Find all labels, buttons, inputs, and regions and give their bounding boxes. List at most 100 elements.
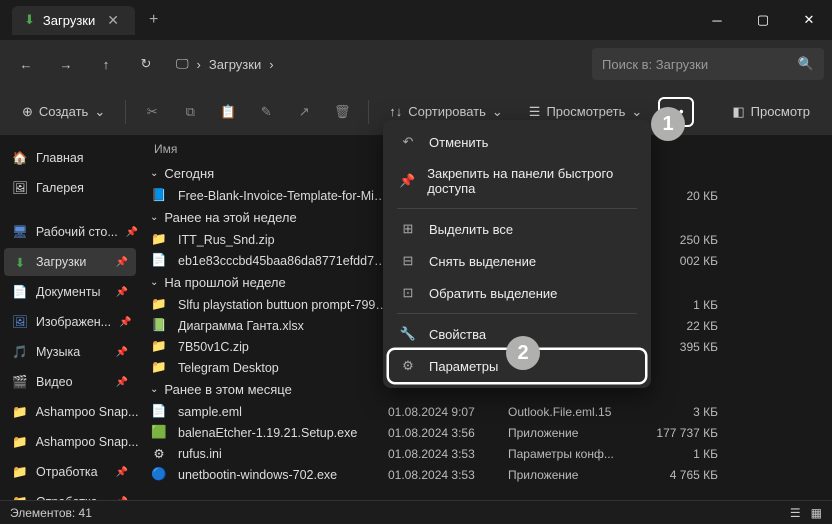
chevron-right-icon: › — [269, 57, 273, 72]
up-button[interactable]: ↑ — [88, 46, 124, 82]
close-button[interactable]: ✕ — [786, 4, 832, 36]
sidebar-item[interactable]: 🖥Рабочий сто...📌 — [4, 218, 136, 246]
sidebar-item[interactable]: 🖼Изображен...📌 — [4, 308, 136, 336]
search-input[interactable]: Поиск в: Загрузки 🔍 — [592, 48, 824, 80]
file-icon: 📄 — [150, 404, 168, 419]
chevron-down-icon: ⌄ — [492, 104, 503, 120]
menu-label: Отменить — [429, 135, 488, 150]
minimize-button[interactable]: ─ — [694, 4, 740, 36]
refresh-button[interactable]: ↻ — [128, 46, 164, 82]
callout-1: 1 — [651, 107, 685, 141]
excel-icon: 📗 — [150, 318, 168, 333]
breadcrumb[interactable]: 🖵 › Загрузки › — [168, 56, 588, 72]
file-size: 3 КБ — [648, 405, 718, 419]
file-size: 177 737 КБ — [648, 426, 718, 440]
file-date: 01.08.2024 3:56 — [388, 426, 508, 440]
grid-view-icon[interactable]: ▦ — [811, 506, 822, 520]
sidebar-label: Галерея — [36, 181, 84, 195]
pin-icon: 📌 — [116, 377, 128, 388]
sidebar-label: Видео — [36, 375, 73, 389]
search-icon: 🔍 — [798, 56, 814, 72]
sidebar-item[interactable]: 🏠 Главная — [4, 144, 136, 172]
exe-icon: 🟩 — [150, 425, 168, 440]
downloads-icon: ⬇ — [12, 254, 28, 270]
sidebar-label: Изображен... — [36, 315, 111, 329]
sidebar-label: Ashampoo Snap... — [36, 435, 139, 449]
maximize-button[interactable]: ▢ — [740, 4, 786, 36]
zip-icon: 📁 — [150, 339, 168, 354]
file-name: Диаграмма Ганта.xlsx — [178, 319, 388, 333]
folder-icon: 📁 — [12, 464, 28, 480]
menu-item-deselect[interactable]: ⊟ Снять выделение — [389, 245, 645, 277]
sidebar-item[interactable]: 🎬Видео📌 — [4, 368, 136, 396]
home-icon: 🏠 — [12, 150, 28, 166]
menu-item-select-all[interactable]: ⊞Выделить все — [389, 213, 645, 245]
rename-button[interactable]: ✎ — [250, 96, 282, 128]
word-icon: 📘 — [150, 188, 168, 203]
chevron-right-icon: › — [197, 57, 201, 72]
new-tab-button[interactable]: + — [135, 11, 172, 29]
share-button[interactable]: ↗ — [288, 96, 320, 128]
menu-label: Обратить выделение — [429, 286, 557, 301]
downloads-icon: ⬇ — [24, 12, 35, 28]
back-button[interactable]: ← — [8, 46, 44, 82]
pin-icon: 📌 — [399, 173, 415, 189]
callout-2: 2 — [506, 336, 540, 370]
sidebar-item[interactable]: 📄Документы📌 — [4, 278, 136, 306]
music-icon: 🎵 — [12, 344, 28, 360]
menu-label: Свойства — [429, 327, 486, 342]
file-name: Slfu playstation buttuon prompt-799-v1-.… — [178, 298, 388, 312]
file-icon: 📄 — [150, 253, 168, 268]
sidebar-label: Главная — [36, 151, 84, 165]
close-tab-icon[interactable]: ✕ — [103, 12, 123, 29]
list-view-icon[interactable]: ☰ — [790, 506, 801, 520]
menu-separator — [397, 208, 637, 209]
create-button[interactable]: ⊕ Создать ⌄ — [12, 98, 115, 126]
cut-button[interactable]: ✂ — [136, 96, 168, 128]
paste-button[interactable]: 📋 — [212, 96, 244, 128]
pin-icon: 📌 — [116, 467, 128, 478]
sidebar-item[interactable]: 🖼Галерея — [4, 174, 136, 202]
plus-icon: ⊕ — [22, 104, 33, 120]
delete-button[interactable]: 🗑 — [326, 96, 358, 128]
file-name: Free-Blank-Invoice-Template-for-Micros..… — [178, 189, 388, 203]
menu-item-invert[interactable]: ⊡Обратить выделение — [389, 277, 645, 309]
sidebar-item[interactable]: 📁Ashampoo Snap...📌 — [4, 398, 136, 426]
desktop-icon: 🖥 — [12, 224, 28, 240]
sidebar-label: Ashampoo Snap... — [36, 405, 139, 419]
file-row[interactable]: ⚙rufus.ini01.08.2024 3:53Параметры конф.… — [140, 443, 832, 464]
chevron-down-icon: ⌄ — [150, 168, 158, 179]
forward-button[interactable]: → — [48, 46, 84, 82]
copy-button[interactable]: ⧉ — [174, 96, 206, 128]
chevron-down-icon: ⌄ — [150, 384, 158, 395]
sidebar-item[interactable]: 📁Ashampoo Snap...📌 — [4, 428, 136, 456]
zip-icon: 📁 — [150, 297, 168, 312]
file-size: 1 КБ — [648, 447, 718, 461]
file-size: 20 КБ — [648, 189, 718, 203]
chevron-down-icon: ⌄ — [631, 104, 642, 120]
deselect-icon: ⊟ — [399, 253, 417, 269]
file-row[interactable]: 📄sample.eml01.08.2024 9:07Outlook.File.e… — [140, 401, 832, 422]
file-row[interactable]: 🔵unetbootin-windows-702.exe01.08.2024 3:… — [140, 464, 832, 485]
sidebar-label: Музыка — [36, 345, 80, 359]
menu-item-undo[interactable]: ↶Отменить — [389, 126, 645, 158]
pin-icon: 📌 — [116, 257, 128, 268]
list-icon: ☰ — [529, 104, 541, 120]
sidebar-item[interactable]: 📁Отработка📌 — [4, 458, 136, 486]
separator — [368, 100, 369, 124]
preview-button[interactable]: ◧ Просмотр — [722, 98, 820, 126]
menu-item-pin[interactable]: 📌Закрепить на панели быстрого доступа — [389, 158, 645, 204]
file-size: 002 КБ — [648, 254, 718, 268]
menu-label: Снять выделение — [429, 254, 536, 269]
group-title: На прошлой неделе — [164, 275, 285, 290]
pin-icon: 📌 — [116, 347, 128, 358]
menu-label: Параметры — [429, 359, 498, 374]
tab-downloads[interactable]: ⬇ Загрузки ✕ — [12, 6, 135, 35]
sidebar-item[interactable]: ⬇Загрузки📌 — [4, 248, 136, 276]
status-bar: Элементов: 41 ☰ ▦ — [0, 500, 832, 524]
file-row[interactable]: 🟩balenaEtcher-1.19.21.Setup.exe01.08.202… — [140, 422, 832, 443]
tab-title: Загрузки — [43, 13, 95, 28]
sidebar-item[interactable]: 🎵 Музыка 📌 — [4, 338, 136, 366]
file-date: 01.08.2024 3:53 — [388, 468, 508, 482]
menu-separator — [397, 313, 637, 314]
